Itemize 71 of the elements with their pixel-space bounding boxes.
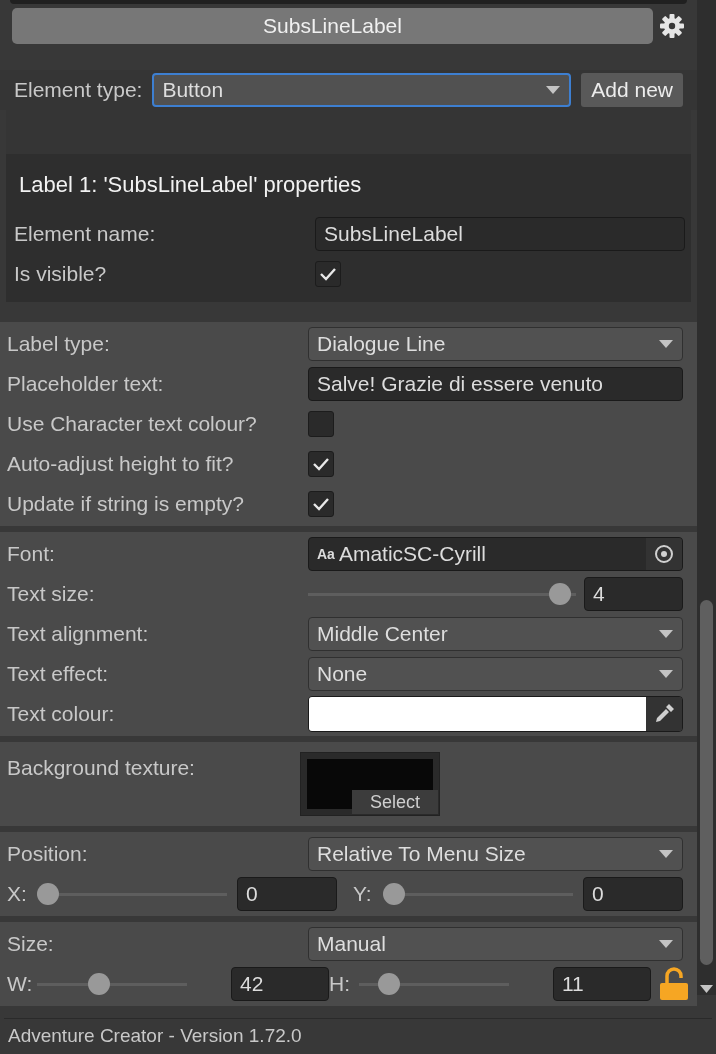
- slider-thumb[interactable]: [88, 973, 111, 995]
- font-type-label: Aa: [317, 544, 335, 564]
- field-label: Use Character text colour?: [7, 411, 258, 438]
- field-label: Text size:: [7, 581, 96, 608]
- number-field[interactable]: 11: [553, 967, 651, 1001]
- slider-track[interactable]: [308, 582, 576, 606]
- axis-label: H:: [329, 971, 351, 998]
- field-label: Text effect:: [7, 661, 110, 688]
- slider-thumb[interactable]: [378, 973, 401, 995]
- caret-icon: [658, 629, 674, 639]
- dropdown[interactable]: Relative To Menu Size: [308, 837, 683, 871]
- checkbox[interactable]: [315, 261, 341, 287]
- dropdown[interactable]: Middle Center: [308, 617, 683, 651]
- select-button[interactable]: Select: [351, 790, 438, 814]
- slider-track[interactable]: [37, 882, 227, 906]
- axis-label: W:: [7, 971, 34, 998]
- field-label: Label type:: [7, 331, 111, 358]
- caret-icon: [658, 669, 674, 679]
- checkbox[interactable]: [308, 411, 334, 437]
- slider-track[interactable]: [359, 972, 509, 996]
- dropdown[interactable]: Button: [152, 73, 572, 107]
- text-field[interactable]: Salve! Grazie di essere venuto: [308, 367, 683, 401]
- field-label: Is visible?: [14, 261, 108, 288]
- dropdown[interactable]: Dialogue Line: [308, 327, 683, 361]
- version-text: Adventure Creator - Version 1.72.0: [8, 1024, 302, 1049]
- checkmark-icon: [312, 497, 330, 511]
- dropdown[interactable]: Manual: [308, 927, 683, 961]
- section-title: Label 1: 'SubsLineLabel' properties: [18, 171, 363, 199]
- field-label: Update if string is empty?: [7, 491, 245, 518]
- field-label: Position:: [7, 841, 89, 868]
- field-label: Element name:: [14, 221, 157, 248]
- field-label: Font:: [7, 541, 56, 568]
- scrollbar-thumb[interactable]: [700, 600, 713, 965]
- caret-icon: [658, 339, 674, 349]
- color-field[interactable]: [308, 696, 683, 732]
- field-label: Element type:: [14, 77, 143, 104]
- dropdown[interactable]: None: [308, 657, 683, 691]
- target-icon[interactable]: [654, 544, 674, 564]
- field-label: Placeholder text:: [7, 371, 165, 398]
- caret-icon: [658, 939, 674, 949]
- slider-thumb[interactable]: [37, 883, 59, 905]
- number-field[interactable]: 0: [237, 877, 337, 911]
- scroll-down-icon[interactable]: [697, 983, 716, 995]
- eyedropper-icon[interactable]: [653, 703, 675, 725]
- padlock-icon[interactable]: [659, 967, 689, 1001]
- caret-icon: [658, 849, 674, 859]
- checkmark-icon: [319, 267, 337, 281]
- slider-track[interactable]: [37, 972, 187, 996]
- caret-icon: [545, 85, 562, 95]
- field-label: Text alignment:: [7, 621, 150, 648]
- field-label: Auto-adjust height to fit?: [7, 451, 235, 478]
- slider-track[interactable]: [383, 882, 573, 906]
- number-field[interactable]: 4: [584, 577, 683, 611]
- number-field[interactable]: 42: [231, 967, 329, 1001]
- text-field[interactable]: SubsLineLabel: [315, 217, 685, 251]
- field-label: Text colour:: [7, 701, 116, 728]
- checkmark-icon: [312, 457, 330, 471]
- slider-thumb[interactable]: [549, 583, 572, 605]
- number-field[interactable]: 0: [583, 877, 683, 911]
- element-button[interactable]: SubsLineLabel: [12, 8, 653, 44]
- checkbox[interactable]: [308, 451, 334, 477]
- axis-label: X:: [7, 881, 28, 908]
- axis-label: Y:: [353, 881, 373, 908]
- slider-thumb[interactable]: [383, 883, 405, 905]
- field-label: Size:: [7, 931, 55, 958]
- field-label: Background texture:: [7, 755, 196, 781]
- scrollbar[interactable]: [697, 0, 716, 995]
- add-new-button[interactable]: Add new: [581, 73, 683, 107]
- texture-field[interactable]: Select: [300, 752, 440, 816]
- object-field[interactable]: Aa AmaticSC-Cyrill: [308, 537, 683, 571]
- checkbox[interactable]: [308, 491, 334, 517]
